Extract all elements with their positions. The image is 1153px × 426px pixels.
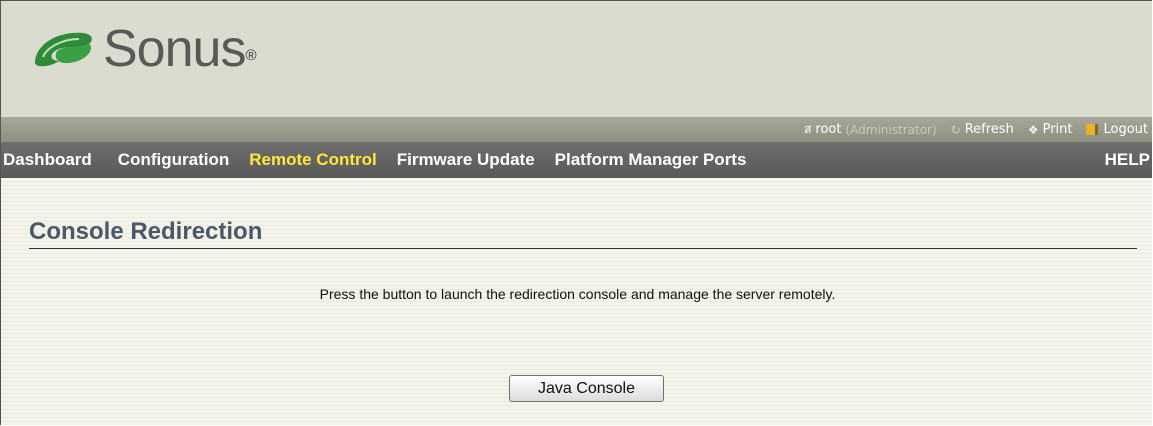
refresh-link[interactable]: ↻ Refresh — [951, 122, 1014, 137]
print-label: Print — [1042, 122, 1073, 137]
nav-help[interactable]: HELP — [1095, 150, 1152, 170]
nav-dashboard[interactable]: Dashboard — [1, 150, 102, 170]
refresh-label: Refresh — [964, 122, 1014, 137]
description-text: Press the button to launch the redirecti… — [319, 286, 836, 302]
registered-mark: ® — [245, 46, 257, 64]
sonus-logo: Sonus ® — [29, 19, 257, 79]
header-banner: Sonus ® — [1, 1, 1152, 117]
logout-icon — [1086, 124, 1099, 135]
print-icon: ❖ — [1027, 122, 1039, 137]
nav-remote-control[interactable]: Remote Control — [239, 150, 387, 170]
user-role: (Administrator) — [845, 122, 937, 137]
main-nav: Dashboard Configuration Remote Control F… — [1, 142, 1152, 178]
logout-link[interactable]: Logout — [1086, 122, 1148, 137]
browser-page: Sonus ® ส root (Administrator) ↻ Refresh… — [0, 0, 1152, 425]
user-icon: ส — [804, 122, 812, 136]
title-divider — [29, 248, 1137, 249]
brand-name: Sonus — [103, 20, 246, 78]
user-name: root — [815, 122, 842, 137]
swoosh-logo-icon — [34, 32, 92, 67]
nav-platform-manager-ports[interactable]: Platform Manager Ports — [545, 150, 757, 170]
print-link[interactable]: ❖ Print — [1028, 122, 1073, 137]
java-console-button[interactable]: Java Console — [509, 375, 664, 402]
refresh-icon: ↻ — [950, 122, 961, 137]
utility-bar: ส root (Administrator) ↻ Refresh ❖ Print… — [1, 117, 1152, 142]
logout-label: Logout — [1103, 122, 1148, 137]
current-user: ส root (Administrator) — [804, 120, 937, 139]
nav-configuration[interactable]: Configuration — [108, 150, 239, 170]
nav-firmware-update[interactable]: Firmware Update — [387, 150, 545, 170]
page-title: Console Redirection — [29, 218, 263, 245]
main-content: Console Redirection Press the button to … — [1, 178, 1152, 425]
